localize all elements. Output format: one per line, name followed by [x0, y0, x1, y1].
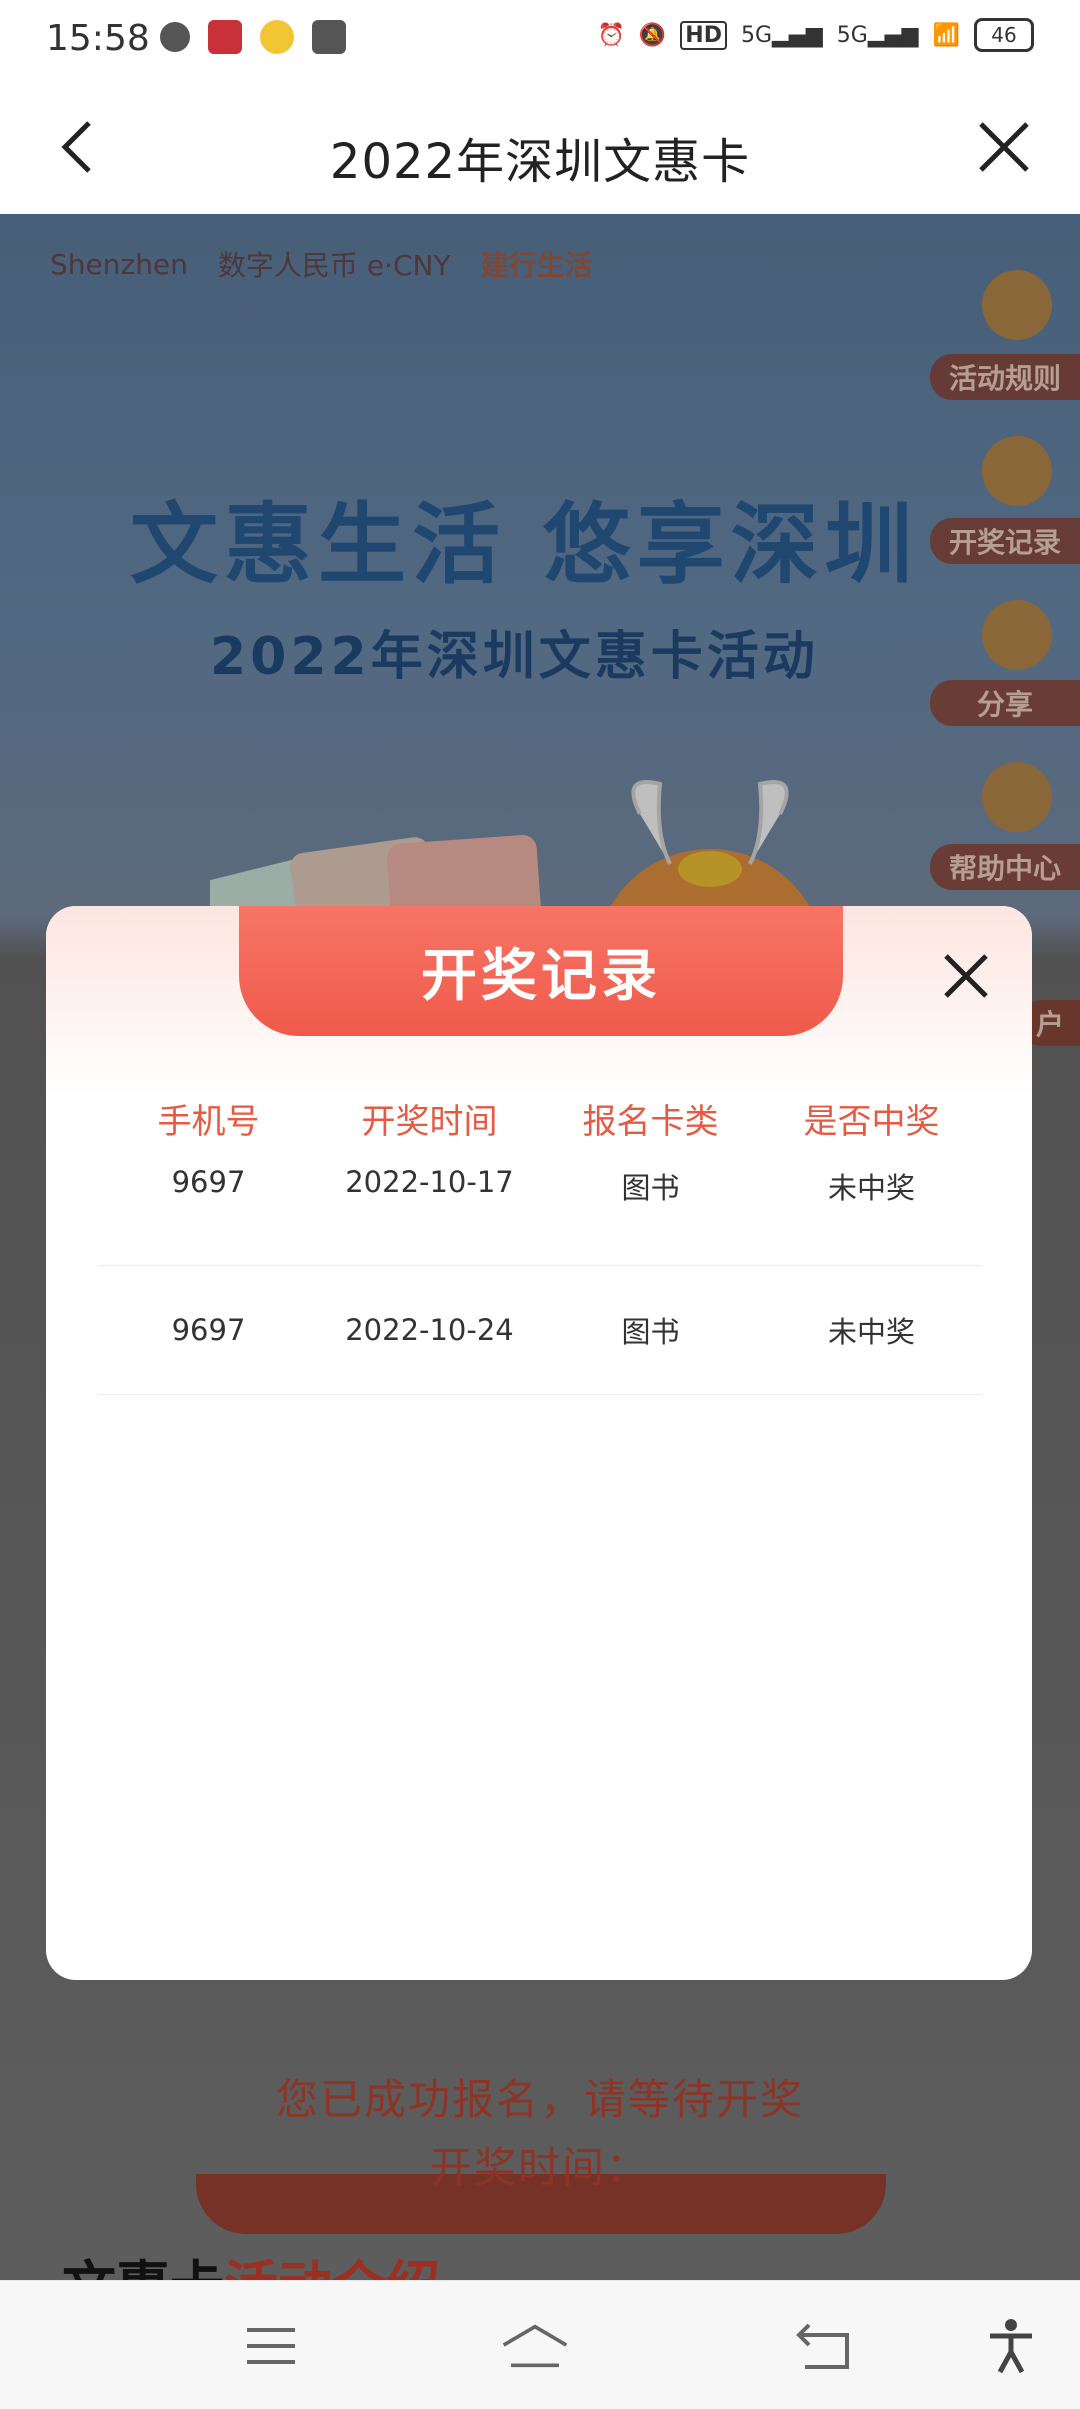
table-row: 9697 2022-10-24 图书 未中奖: [98, 1266, 982, 1395]
notification-icons: [160, 20, 346, 54]
intro-heading: 文惠卡活动介绍: [62, 2242, 440, 2280]
column-header-draw-time: 开奖时间: [361, 1102, 498, 1142]
modal-title: 开奖记录: [421, 943, 661, 1009]
draw-time-label: 开奖时间：: [429, 2143, 650, 2192]
signal-icon-1: 5G▂▄▆: [740, 22, 823, 48]
column-header-result: 是否中奖: [803, 1102, 940, 1142]
accessibility-icon: [990, 2319, 1032, 2374]
close-page-button[interactable]: [974, 112, 1034, 182]
accessibility-button[interactable]: [976, 2311, 1046, 2381]
draw-records-table: 手机号 开奖时间 报名卡类 是否中奖 9697 2022-10-17 图书 未中…: [98, 1094, 982, 1395]
status-time: 15:58: [46, 18, 150, 59]
cell-date: 2022-10-17: [345, 1165, 514, 1199]
title-bar: 2022年深圳文惠卡: [0, 82, 1080, 214]
modal-title-tab: 开奖记录: [239, 906, 843, 1036]
home-button[interactable]: [500, 2311, 570, 2381]
modal-close-button[interactable]: [938, 948, 994, 1004]
close-icon: [944, 954, 988, 998]
table-row: 9697 2022-10-17 图书 未中奖: [98, 1165, 982, 1266]
alarm-icon: ⏰: [597, 22, 625, 48]
chat-icon: [160, 22, 190, 52]
menu-button[interactable]: [236, 2311, 306, 2381]
table-header: 手机号 开奖时间 报名卡类 是否中奖: [98, 1094, 982, 1143]
status-bar: 15:58 ⏰ 🔕 HD 5G▂▄▆ 5G▂▄▆ 📶 46: [0, 0, 1080, 82]
home-icon: [502, 2324, 568, 2368]
table-body: 9697 2022-10-17 图书 未中奖 9697 2022-10-24 图…: [98, 1165, 982, 1395]
status-right: ⏰ 🔕 HD 5G▂▄▆ 5G▂▄▆ 📶 46: [597, 18, 1034, 52]
cell-card: 图书: [621, 1315, 680, 1349]
cell-phone: 9697: [171, 1313, 246, 1347]
cell-phone: 9697: [171, 1165, 246, 1199]
signal-icon-2: 5G▂▄▆: [836, 22, 919, 48]
menu-icon: [247, 2328, 295, 2364]
wifi-icon: 📶: [932, 22, 960, 48]
column-header-card-type: 报名卡类: [582, 1102, 719, 1142]
hd-icon: HD: [680, 20, 727, 50]
page-title: 2022年深圳文惠卡: [329, 134, 751, 190]
mute-icon: 🔕: [638, 22, 667, 48]
cell-result: 未中奖: [827, 1171, 915, 1205]
system-nav-bar: [0, 2280, 1080, 2409]
cell-card: 图书: [621, 1171, 680, 1205]
app-icon: [208, 20, 242, 54]
pet-icon: [260, 20, 294, 54]
close-icon: [979, 122, 1029, 172]
back-icon: [796, 2323, 849, 2369]
draw-records-modal: 开奖记录 手机号 开奖时间 报名卡类 是否中奖 9697 2022-10-17 …: [46, 906, 1032, 1980]
cell-result: 未中奖: [827, 1315, 915, 1349]
back-nav-button[interactable]: [790, 2311, 860, 2381]
signup-status-text: 您已成功报名，请等待开奖: [275, 2075, 804, 2124]
battery-icon: 46: [974, 18, 1034, 52]
bus-icon: [312, 20, 346, 54]
cell-date: 2022-10-24: [345, 1313, 514, 1347]
column-header-phone: 手机号: [157, 1102, 260, 1142]
